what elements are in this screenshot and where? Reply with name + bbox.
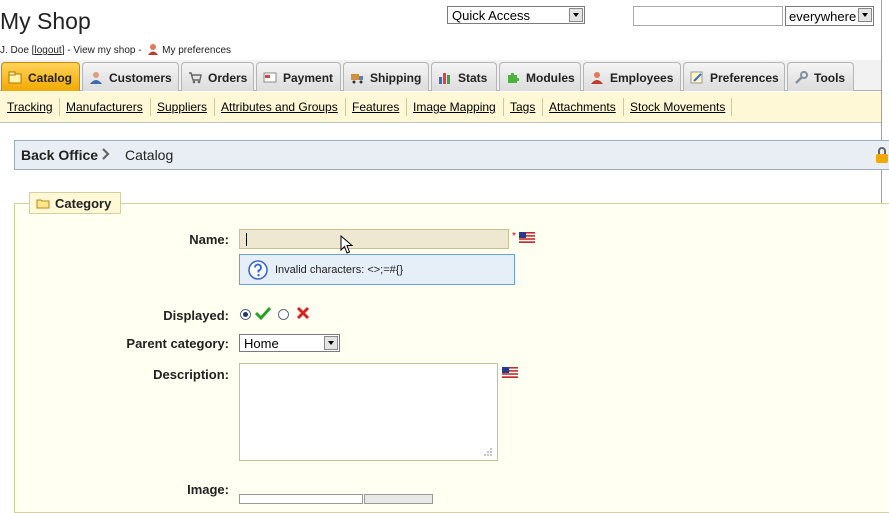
preferences-icon: [690, 71, 703, 84]
breadcrumb-current: Catalog: [125, 147, 174, 163]
payment-icon: [263, 72, 277, 83]
logout-link[interactable]: logout: [34, 45, 61, 56]
modules-icon: [508, 73, 519, 83]
my-preferences-link[interactable]: My preferences: [162, 45, 231, 56]
divider: [345, 98, 346, 116]
help-icon: [248, 260, 268, 280]
browse-button[interactable]: [364, 494, 433, 504]
shop-title: My Shop: [0, 8, 91, 34]
search-scope-value: everywhere: [789, 9, 857, 24]
divider: [406, 98, 407, 116]
tab-preferences[interactable]: Preferences: [683, 62, 785, 91]
tools-icon: [795, 71, 808, 84]
folder-icon: [36, 199, 50, 209]
tab-modules[interactable]: Modules: [499, 62, 581, 91]
tab-stats[interactable]: Stats: [431, 62, 497, 91]
breadcrumb-root[interactable]: Back Office: [21, 147, 98, 163]
description-textarea[interactable]: [239, 363, 498, 461]
subtab-stock-movements[interactable]: Stock Movements: [630, 100, 725, 114]
invalid-characters-hint: Invalid characters: <>;=#{}: [239, 254, 515, 285]
subtab-image-mapping[interactable]: Image Mapping: [413, 100, 496, 114]
employees-icon: [591, 72, 603, 84]
stats-icon: [439, 73, 450, 84]
tab-orders[interactable]: Orders: [181, 62, 254, 91]
header: My Shop J. Doe [logout] - View my shop -…: [0, 0, 881, 60]
category-fieldset: [14, 203, 889, 513]
customers-icon: [90, 72, 102, 84]
tab-catalog[interactable]: Catalog: [1, 62, 80, 91]
parent-category-label: Parent category:: [126, 336, 229, 351]
subtab-tags[interactable]: Tags: [510, 100, 535, 114]
divider: [731, 98, 732, 116]
catalog-icon: [8, 71, 22, 84]
subtab-features[interactable]: Features: [352, 100, 399, 114]
view-shop-text: ] - View my shop -: [61, 45, 142, 56]
us-flag-icon[interactable]: [502, 367, 518, 378]
quick-access-value: Quick Access: [452, 8, 531, 23]
image-file-input[interactable]: [239, 494, 363, 504]
chevron-down-icon[interactable]: [569, 8, 583, 22]
user-line: J. Doe [logout] - View my shop - My pref…: [0, 43, 231, 56]
breadcrumb: Back Office Catalog: [14, 140, 889, 170]
search-scope-select[interactable]: everywhere: [785, 6, 874, 26]
chevron-down-icon[interactable]: [858, 8, 872, 22]
resize-grip-icon[interactable]: [482, 448, 492, 456]
divider: [503, 98, 504, 116]
chevron-down-icon[interactable]: [324, 336, 338, 350]
tab-shipping[interactable]: Shipping: [343, 62, 429, 91]
name-label: Name:: [189, 232, 229, 247]
subtab-tracking[interactable]: Tracking: [7, 100, 53, 114]
tab-employees[interactable]: Employees: [583, 62, 681, 91]
user-icon: [148, 44, 159, 55]
search-input[interactable]: [633, 6, 783, 26]
orders-icon: [189, 72, 202, 84]
subtab-attachments[interactable]: Attachments: [549, 100, 616, 114]
main-tabs: Catalog Customers Orders Payment Shippin…: [0, 60, 881, 91]
subtab-suppliers[interactable]: Suppliers: [157, 100, 207, 114]
tab-customers[interactable]: Customers: [82, 62, 179, 91]
parent-category-value: Home: [244, 336, 279, 351]
subtab-attributes-and-groups[interactable]: Attributes and Groups: [221, 100, 338, 114]
chevron-right-icon: [102, 148, 110, 160]
text-caret: [246, 233, 247, 246]
us-flag-icon[interactable]: [519, 232, 535, 243]
cross-icon: [296, 306, 310, 320]
divider: [150, 98, 151, 116]
tab-payment[interactable]: Payment: [256, 62, 341, 91]
hint-text: Invalid characters: <>;=#{}: [275, 264, 404, 276]
mouse-cursor-icon: [340, 235, 354, 254]
displayed-no-radio[interactable]: [278, 309, 289, 320]
fieldset-legend: Category: [29, 192, 121, 214]
image-label: Image:: [187, 482, 229, 497]
user-name: J. Doe [: [0, 45, 35, 56]
shipping-icon: [351, 74, 363, 84]
quick-access-select[interactable]: Quick Access: [447, 6, 585, 24]
tab-tools[interactable]: Tools: [787, 62, 854, 91]
divider: [214, 98, 215, 116]
description-label: Description:: [153, 367, 229, 382]
divider: [623, 98, 624, 116]
divider: [59, 98, 60, 116]
sub-navigation: Tracking Manufacturers Suppliers Attribu…: [0, 92, 881, 123]
required-marker: *: [512, 231, 516, 242]
name-input[interactable]: [239, 229, 509, 249]
displayed-yes-radio[interactable]: [240, 309, 251, 320]
check-icon: [255, 306, 271, 320]
divider: [542, 98, 543, 116]
parent-category-select[interactable]: Home: [239, 334, 340, 352]
displayed-label: Displayed:: [163, 308, 229, 323]
lock-icon[interactable]: [875, 146, 889, 164]
subtab-manufacturers[interactable]: Manufacturers: [66, 100, 143, 114]
